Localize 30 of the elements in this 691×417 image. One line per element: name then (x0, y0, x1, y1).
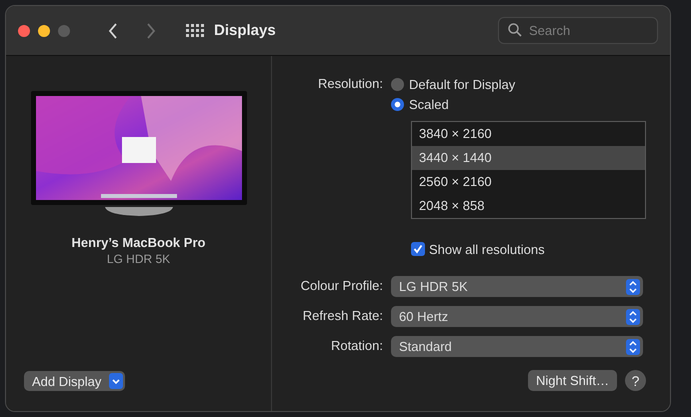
window-title: Displays (214, 22, 276, 39)
display-name: Henry’s MacBook Pro (72, 235, 206, 250)
resolution-label: Resolution: (316, 75, 383, 93)
caret-icon (109, 373, 124, 389)
popup-button[interactable]: LG HDR 5K (391, 276, 643, 297)
resolution-item[interactable]: 2048 × 858 (412, 194, 645, 218)
updown-icon (626, 338, 640, 354)
popup-button[interactable]: Standard (391, 336, 643, 357)
grid-icon[interactable] (186, 24, 204, 38)
field-label: Rotation: (330, 337, 383, 355)
resolution-item[interactable]: 3840 × 2160 (412, 122, 645, 146)
display-model: LG HDR 5K (106, 252, 170, 266)
updown-icon (626, 308, 640, 324)
minimize-icon[interactable] (38, 24, 50, 36)
resolution-item[interactable]: 3440 × 1440 (412, 146, 645, 170)
radio-option[interactable]: Scaled (391, 94, 646, 114)
close-icon[interactable] (18, 24, 30, 36)
night-shift-button[interactable]: Night Shift… (528, 370, 617, 391)
show-all-checkbox[interactable]: Show all resolutions (411, 239, 646, 259)
popup-button[interactable]: 60 Hertz (391, 306, 643, 327)
checkmark-icon (413, 244, 423, 254)
add-display-button[interactable]: Add Display (24, 371, 126, 391)
search-field[interactable]: Search (498, 17, 658, 44)
back-icon[interactable] (108, 22, 118, 38)
radio-option[interactable]: Default for Display (391, 74, 646, 94)
field-label: Colour Profile: (300, 277, 383, 295)
resolution-item[interactable]: 2560 × 2160 (412, 170, 645, 194)
updown-icon (626, 278, 640, 294)
field-label: Refresh Rate: (302, 307, 383, 325)
help-button[interactable]: ? (625, 370, 646, 391)
